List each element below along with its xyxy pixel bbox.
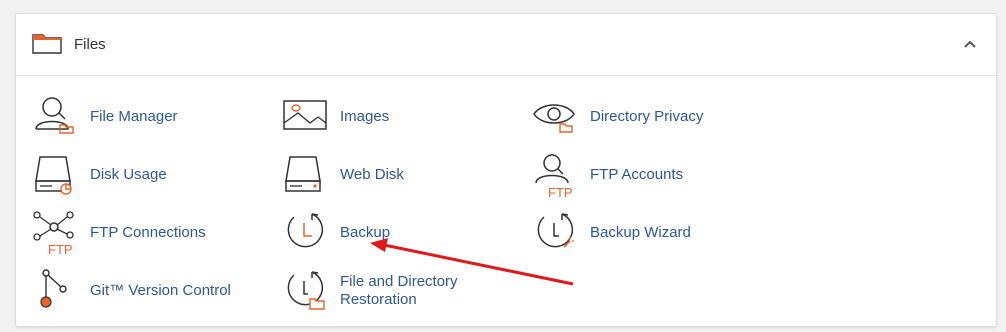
- svg-text:FTP: FTP: [48, 242, 73, 257]
- chevron-up-icon[interactable]: [962, 36, 978, 52]
- ftp-accounts-label: FTP Accounts: [590, 166, 684, 183]
- backup-wizard-label: Backup Wizard: [590, 224, 691, 241]
- files-panel: Files File Manager Images Directory Priv…: [15, 13, 997, 327]
- backup-label: Backup: [340, 224, 391, 241]
- images-icon: [283, 100, 327, 130]
- ftp-connections-icon: FTP: [33, 211, 74, 257]
- file-directory-restoration-label: File and Directory Restoration: [340, 273, 458, 308]
- files-panel-header[interactable]: Files: [16, 14, 996, 76]
- disk-usage-icon: [35, 156, 72, 195]
- directory-privacy-label: Directory Privacy: [590, 108, 704, 125]
- svg-text:FTP: FTP: [548, 185, 573, 199]
- directory-privacy-icon: [533, 104, 575, 133]
- images-label: Images: [340, 108, 390, 125]
- folder-icon: [32, 34, 62, 54]
- file-manager-label: File Manager: [90, 108, 178, 125]
- git-icon: [40, 269, 67, 308]
- ftp-accounts-icon: FTP: [535, 154, 573, 199]
- restoration-icon: [287, 271, 325, 310]
- section-title: Files: [74, 36, 106, 53]
- web-disk-icon: [285, 156, 321, 192]
- web-disk-label: Web Disk: [340, 166, 404, 183]
- ftp-connections-label: FTP Connections: [90, 224, 206, 241]
- disk-usage-label: Disk Usage: [90, 166, 167, 183]
- git-version-control-label: Git™ Version Control: [90, 282, 231, 299]
- backup-wizard-icon: [537, 213, 574, 248]
- backup-icon: [287, 213, 324, 248]
- file-manager-icon: [35, 97, 74, 134]
